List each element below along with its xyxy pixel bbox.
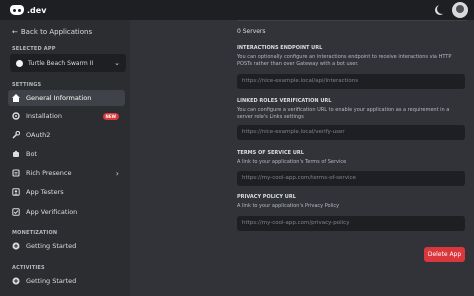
sidebar: ← Back to Applications SELECTED APP Turt… bbox=[0, 20, 130, 296]
sidebar-item-app-verification[interactable]: App Verification bbox=[8, 204, 125, 220]
delete-app-button[interactable]: Delete App bbox=[424, 247, 465, 262]
interactions-endpoint-title: INTERACTIONS ENDPOINT URL bbox=[237, 45, 323, 51]
sidebar-item-oauth2[interactable]: OAuth2 bbox=[8, 127, 125, 143]
interactions-endpoint-input[interactable]: https://nice-example.local/api/interacti… bbox=[237, 74, 465, 89]
linked-roles-input[interactable]: https://nice-example.local/verify-user bbox=[237, 125, 465, 140]
settings-heading: SETTINGS bbox=[12, 82, 42, 88]
sidebar-item-label: Bot bbox=[26, 150, 37, 158]
sidebar-item-app-testers[interactable]: App Testers bbox=[8, 184, 125, 200]
terms-of-service-input[interactable]: https://my-cool-app.com/terms-of-service bbox=[237, 171, 465, 186]
linked-roles-title: LINKED ROLES VERIFICATION URL bbox=[237, 98, 332, 104]
divider bbox=[237, 20, 467, 21]
back-label: Back to Applications bbox=[20, 28, 93, 36]
privacy-policy-title: PRIVACY POLICY URL bbox=[237, 194, 296, 200]
activities-heading: ACTIVITIES bbox=[12, 265, 45, 271]
app-selector[interactable]: Turtle Beach Swarm II ⌄ bbox=[10, 54, 126, 72]
home-icon bbox=[12, 94, 20, 102]
privacy-policy-description: A link to your application's Privacy Pol… bbox=[237, 203, 340, 209]
selected-app-name: Turtle Beach Swarm II bbox=[28, 59, 94, 67]
sidebar-item-installation[interactable]: Installation NEW bbox=[8, 108, 125, 124]
sidebar-item-general-information[interactable]: General Information bbox=[8, 90, 125, 106]
monetization-heading: MONETIZATION bbox=[12, 230, 58, 236]
sidebar-item-label: Getting Started bbox=[26, 277, 77, 285]
server-count: 0 Servers bbox=[237, 28, 266, 35]
document-icon bbox=[12, 169, 20, 177]
terms-of-service-description: A link to your application's Terms of Se… bbox=[237, 159, 347, 165]
sidebar-item-label: Installation bbox=[26, 112, 63, 120]
sidebar-item-activities-getting-started[interactable]: Getting Started bbox=[8, 273, 125, 289]
sidebar-item-rich-presence[interactable]: Rich Presence › bbox=[8, 165, 125, 181]
app-icon bbox=[16, 59, 23, 67]
sidebar-item-label: Getting Started bbox=[26, 242, 77, 250]
wrench-icon bbox=[12, 130, 21, 139]
new-badge: NEW bbox=[102, 112, 119, 120]
sidebar-item-label: App Verification bbox=[26, 208, 78, 216]
sidebar-item-label: Rich Presence bbox=[26, 169, 72, 177]
sidebar-item-label: OAuth2 bbox=[26, 131, 51, 139]
sidebar-item-bot[interactable]: Bot bbox=[8, 146, 125, 162]
sidebar-item-monetization-getting-started[interactable]: Getting Started bbox=[8, 238, 125, 254]
user-icon bbox=[12, 188, 20, 196]
check-icon bbox=[12, 208, 20, 216]
terms-of-service-title: TERMS OF SERVICE URL bbox=[237, 150, 304, 156]
plus-icon bbox=[12, 277, 20, 285]
moon-icon[interactable] bbox=[437, 4, 447, 14]
privacy-policy-input[interactable]: https://my-cool-app.com/privacy-policy bbox=[237, 216, 465, 231]
chevron-down-icon: ⌄ bbox=[114, 59, 120, 67]
logo-text: .dev bbox=[27, 5, 47, 15]
discord-logo-icon bbox=[10, 5, 24, 15]
gear-icon bbox=[12, 112, 20, 120]
developer-portal-logo[interactable]: .dev bbox=[10, 5, 46, 15]
selected-app-heading: SELECTED APP bbox=[12, 46, 56, 52]
top-bar: .dev bbox=[0, 0, 474, 20]
chevron-right-icon: › bbox=[115, 168, 119, 178]
sidebar-item-label: General Information bbox=[26, 94, 92, 102]
arrow-left-icon: ← bbox=[12, 28, 18, 36]
linked-roles-description: You can configure a verification URL to … bbox=[237, 107, 450, 120]
avatar[interactable] bbox=[452, 2, 468, 18]
sidebar-item-label: App Testers bbox=[26, 188, 64, 196]
back-to-applications-link[interactable]: ← Back to Applications bbox=[12, 28, 92, 36]
plus-icon bbox=[12, 242, 20, 250]
puzzle-icon bbox=[12, 150, 20, 158]
interactions-endpoint-description: You can optionally configure an interact… bbox=[237, 54, 452, 67]
